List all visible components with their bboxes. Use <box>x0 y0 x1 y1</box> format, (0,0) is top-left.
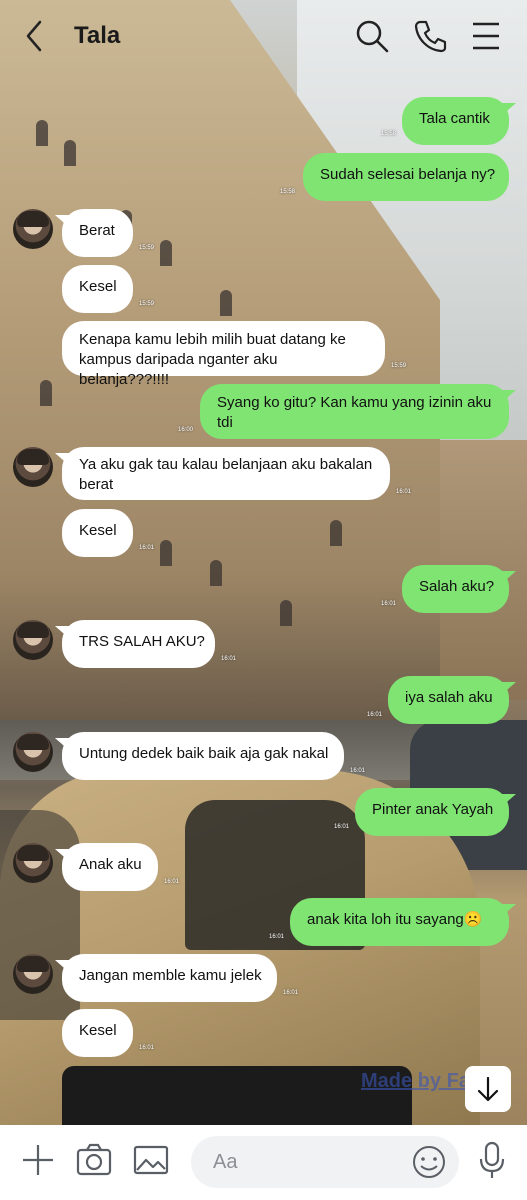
message-bubble-outgoing[interactable]: iya salah aku <box>388 676 509 724</box>
message-text: Ya aku gak tau kalau belanjaan aku bakal… <box>79 456 373 493</box>
message-bubble-incoming[interactable]: Ya aku gak tau kalau belanjaan aku bakal… <box>62 447 390 500</box>
message-text: Untung dedek baik baik aja gak nakal <box>79 745 329 762</box>
message-text: Salah aku? <box>419 578 495 595</box>
message-timestamp: 15:59 <box>139 245 155 251</box>
message-bubble-incoming[interactable]: Untung dedek baik baik aja gak nakal <box>62 732 344 780</box>
message-timestamp: 16:01 <box>367 712 383 718</box>
avatar[interactable] <box>13 843 53 883</box>
phone-icon[interactable] <box>410 16 450 56</box>
message-text: Kesel <box>79 278 117 295</box>
message-timestamp: 15:59 <box>139 301 155 307</box>
message-timestamp: 16:01 <box>139 1045 155 1051</box>
menu-icon[interactable] <box>466 16 506 56</box>
avatar[interactable] <box>13 447 53 487</box>
image-icon[interactable] <box>131 1140 171 1180</box>
avatar[interactable] <box>13 209 53 249</box>
message-bubble-outgoing[interactable]: Tala cantik <box>402 97 509 145</box>
message-text: anak kita loh itu sayang☹️ <box>307 911 483 928</box>
message-bubble-outgoing[interactable]: Sudah selesai belanja ny? <box>303 153 509 201</box>
message-timestamp: 15:59 <box>391 363 407 369</box>
message-text: TRS SALAH AKU? <box>79 633 205 650</box>
message-timestamp: 16:01 <box>139 545 155 551</box>
media-preview-strip <box>62 1066 412 1126</box>
message-timestamp: 16:01 <box>221 656 237 662</box>
message-bubble-incoming[interactable]: Kesel <box>62 265 133 313</box>
message-text: Sudah selesai belanja ny? <box>320 166 496 183</box>
avatar[interactable] <box>13 954 53 994</box>
message-text: Anak aku <box>79 856 142 873</box>
back-arrow-icon[interactable] <box>18 16 52 56</box>
message-text: Berat <box>79 222 115 239</box>
message-timestamp: 16:00 <box>178 427 194 433</box>
message-bubble-outgoing[interactable]: anak kita loh itu sayang☹️ <box>290 898 509 946</box>
message-text: Kesel <box>79 1022 117 1039</box>
avatar[interactable] <box>13 620 53 660</box>
camera-icon[interactable] <box>74 1140 114 1180</box>
message-timestamp: 15:58 <box>381 131 397 137</box>
scroll-down-icon <box>477 1076 499 1102</box>
message-bubble-incoming[interactable]: Jangan memble kamu jelek <box>62 954 277 1002</box>
chat-header: Tala <box>0 0 527 72</box>
message-bubble-incoming[interactable]: Kesel <box>62 509 133 557</box>
message-bubble-outgoing[interactable]: Salah aku? <box>402 565 509 613</box>
mic-icon[interactable] <box>472 1140 512 1180</box>
message-text: Pinter anak Yayah <box>372 801 494 818</box>
message-text: iya salah aku <box>405 689 493 706</box>
message-text: Syang ko gitu? Kan kamu yang izinin aku … <box>217 394 492 431</box>
message-bubble-outgoing[interactable]: Syang ko gitu? Kan kamu yang izinin aku … <box>200 384 509 439</box>
scroll-down-button[interactable] <box>465 1066 511 1112</box>
search-icon[interactable] <box>352 16 392 56</box>
emoji-icon[interactable] <box>409 1142 449 1182</box>
message-bubble-incoming[interactable]: Anak aku <box>62 843 158 891</box>
message-bubble-outgoing[interactable]: Pinter anak Yayah <box>355 788 509 836</box>
message-text: Jangan memble kamu jelek <box>79 967 262 984</box>
message-timestamp: 16:01 <box>334 824 350 830</box>
avatar[interactable] <box>13 732 53 772</box>
message-timestamp: 16:01 <box>164 879 180 885</box>
message-timestamp: 16:01 <box>396 489 412 495</box>
message-timestamp: 16:01 <box>350 768 366 774</box>
message-bubble-incoming[interactable]: Kesel <box>62 1009 133 1057</box>
message-timestamp: 16:01 <box>381 601 397 607</box>
message-text: Kesel <box>79 522 117 539</box>
message-bubble-incoming[interactable]: TRS SALAH AKU? <box>62 620 215 668</box>
message-bubble-incoming[interactable]: Berat <box>62 209 133 257</box>
chat-title[interactable]: Tala <box>74 22 120 50</box>
plus-icon[interactable] <box>18 1140 58 1180</box>
message-bubble-incoming[interactable]: Kenapa kamu lebih milih buat datang ke k… <box>62 321 385 388</box>
message-text: Tala cantik <box>419 110 490 127</box>
message-timestamp: 16:01 <box>283 990 299 996</box>
message-timestamp: 15:58 <box>280 189 296 195</box>
message-timestamp: 16:01 <box>269 934 285 940</box>
